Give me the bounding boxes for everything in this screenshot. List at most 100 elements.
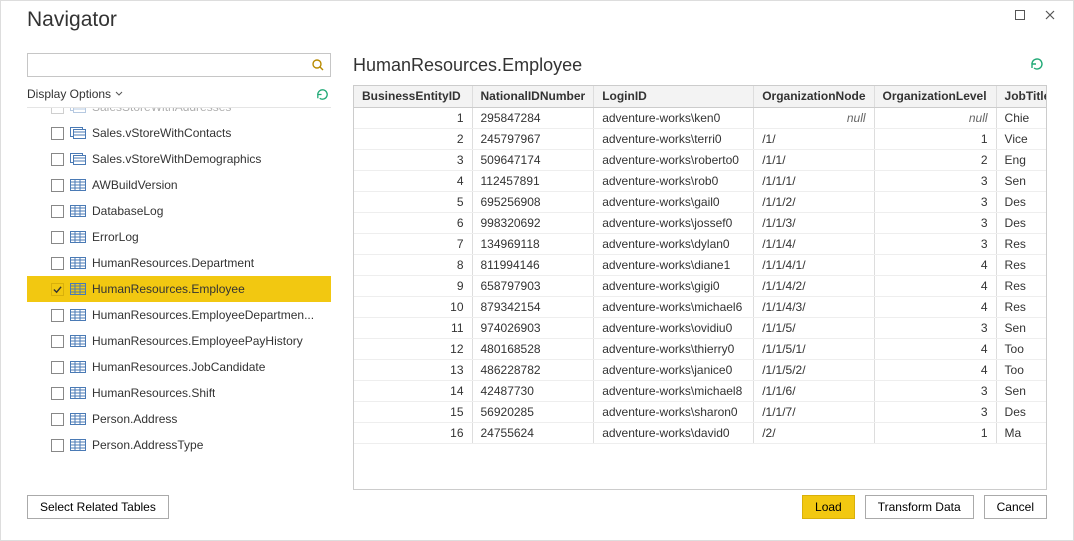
table-row[interactable]: 1295847284adventure-works\ken0nullnullCh… (354, 107, 1046, 128)
table-row[interactable]: 1556920285adventure-works\sharon0/1/1/7/… (354, 401, 1046, 422)
cell: adventure-works\rob0 (594, 170, 754, 191)
tree-item-label: ErrorLog (92, 230, 139, 244)
table-row[interactable]: 5695256908adventure-works\gail0/1/1/2/3D… (354, 191, 1046, 212)
tree-item[interactable]: HumanResources.EmployeePayHistory (27, 328, 331, 354)
table-row[interactable]: 4112457891adventure-works\rob0/1/1/1/3Se… (354, 170, 1046, 191)
column-header[interactable]: OrganizationLevel (874, 86, 996, 107)
display-options-dropdown[interactable]: Display Options (27, 87, 123, 101)
checkbox[interactable] (51, 205, 64, 218)
view-icon (70, 152, 86, 166)
column-header[interactable]: LoginID (594, 86, 754, 107)
close-button[interactable] (1035, 4, 1065, 26)
tree-item[interactable]: Person.Address (27, 406, 331, 432)
search-row (27, 53, 331, 77)
footer: Select Related Tables Load Transform Dat… (1, 490, 1073, 540)
table-row[interactable]: 7134969118adventure-works\dylan0/1/1/4/3… (354, 233, 1046, 254)
cell: adventure-works\david0 (594, 422, 754, 443)
cell: 480168528 (472, 338, 594, 359)
cell: 811994146 (472, 254, 594, 275)
transform-data-button[interactable]: Transform Data (865, 495, 974, 519)
checkbox[interactable] (51, 257, 64, 270)
cell: Ma (996, 422, 1046, 443)
tree-item[interactable]: ErrorLog (27, 224, 331, 250)
checkbox[interactable] (51, 127, 64, 140)
column-header[interactable]: NationalIDNumber (472, 86, 594, 107)
select-related-tables-button[interactable]: Select Related Tables (27, 495, 169, 519)
cell: 998320692 (472, 212, 594, 233)
checkbox[interactable] (51, 107, 64, 114)
checkbox[interactable] (51, 231, 64, 244)
cell: Res (996, 275, 1046, 296)
cancel-button[interactable]: Cancel (984, 495, 1047, 519)
cell: /1/1/4/ (754, 233, 874, 254)
tree-item-label: HumanResources.EmployeePayHistory (92, 334, 303, 348)
cell: 5 (354, 191, 472, 212)
table-row[interactable]: 1442487730adventure-works\michael8/1/1/6… (354, 380, 1046, 401)
column-header[interactable]: JobTitle (996, 86, 1046, 107)
checkbox[interactable] (51, 439, 64, 452)
data-grid: BusinessEntityIDNationalIDNumberLoginIDO… (353, 85, 1047, 490)
table-row[interactable]: 11974026903adventure-works\ovidiu0/1/1/5… (354, 317, 1046, 338)
cell: 4 (354, 170, 472, 191)
refresh-preview-button[interactable] (1029, 56, 1047, 74)
tree-item-label: HumanResources.Department (92, 256, 254, 270)
cell: 1 (874, 422, 996, 443)
checkbox[interactable] (51, 153, 64, 166)
table-row[interactable]: 10879342154adventure-works\michael6/1/1/… (354, 296, 1046, 317)
tree-item[interactable]: Sales.vStoreWithContacts (27, 120, 331, 146)
search-input[interactable] (28, 54, 306, 76)
table-header-row: BusinessEntityIDNationalIDNumberLoginIDO… (354, 86, 1046, 107)
table-row[interactable]: 6998320692adventure-works\jossef0/1/1/3/… (354, 212, 1046, 233)
load-button[interactable]: Load (802, 495, 855, 519)
checkbox[interactable] (51, 387, 64, 400)
search-button[interactable] (306, 54, 330, 76)
tree-item[interactable]: Person.AddressType (27, 432, 331, 458)
table-row[interactable]: 12480168528adventure-works\thierry0/1/1/… (354, 338, 1046, 359)
cell: 4 (874, 359, 996, 380)
options-row: Display Options (27, 83, 331, 105)
tree-item[interactable]: HumanResources.Department (27, 250, 331, 276)
table-row[interactable]: 8811994146adventure-works\diane1/1/1/4/1… (354, 254, 1046, 275)
checkbox[interactable] (51, 283, 64, 296)
cell: 3 (874, 191, 996, 212)
refresh-tree-button[interactable] (313, 85, 331, 103)
data-grid-scroll[interactable]: BusinessEntityIDNationalIDNumberLoginIDO… (354, 86, 1046, 489)
cell: 56920285 (472, 401, 594, 422)
tree-item[interactable]: HumanResources.EmployeeDepartmen... (27, 302, 331, 328)
cell: adventure-works\ken0 (594, 107, 754, 128)
window-controls (1005, 4, 1065, 26)
checkbox[interactable] (51, 413, 64, 426)
tree-item[interactable]: AWBuildVersion (27, 172, 331, 198)
checkbox[interactable] (51, 179, 64, 192)
cell: /1/1/2/ (754, 191, 874, 212)
maximize-button[interactable] (1005, 4, 1035, 26)
tree-item[interactable]: SalesStoreWithAddresses (27, 107, 331, 120)
cell: 3 (874, 380, 996, 401)
tree-item[interactable]: HumanResources.Shift (27, 380, 331, 406)
column-header[interactable]: OrganizationNode (754, 86, 874, 107)
table-row[interactable]: 9658797903adventure-works\gigi0/1/1/4/2/… (354, 275, 1046, 296)
table-row[interactable]: 3509647174adventure-works\roberto0/1/1/2… (354, 149, 1046, 170)
cell: 6 (354, 212, 472, 233)
cell: 4 (874, 296, 996, 317)
content: Display Options SalesStoreWithAddressesS… (1, 45, 1073, 490)
object-tree[interactable]: SalesStoreWithAddressesSales.vStoreWithC… (27, 107, 331, 490)
tree-item[interactable]: Sales.vStoreWithDemographics (27, 146, 331, 172)
tree-item[interactable]: HumanResources.Employee (27, 276, 331, 302)
cell: Sen (996, 317, 1046, 338)
column-header[interactable]: BusinessEntityID (354, 86, 472, 107)
table-icon (70, 178, 86, 192)
tree-item-label: DatabaseLog (92, 204, 163, 218)
table-row[interactable]: 1624755624adventure-works\david0/2/1Ma (354, 422, 1046, 443)
tree-item[interactable]: DatabaseLog (27, 198, 331, 224)
checkbox[interactable] (51, 309, 64, 322)
cell: 42487730 (472, 380, 594, 401)
checkbox[interactable] (51, 335, 64, 348)
search-icon (311, 58, 325, 72)
table-row[interactable]: 2245797967adventure-works\terri0/1/1Vice (354, 128, 1046, 149)
cell: 12 (354, 338, 472, 359)
tree-item[interactable]: HumanResources.JobCandidate (27, 354, 331, 380)
table-row[interactable]: 13486228782adventure-works\janice0/1/1/5… (354, 359, 1046, 380)
cell: 879342154 (472, 296, 594, 317)
checkbox[interactable] (51, 361, 64, 374)
